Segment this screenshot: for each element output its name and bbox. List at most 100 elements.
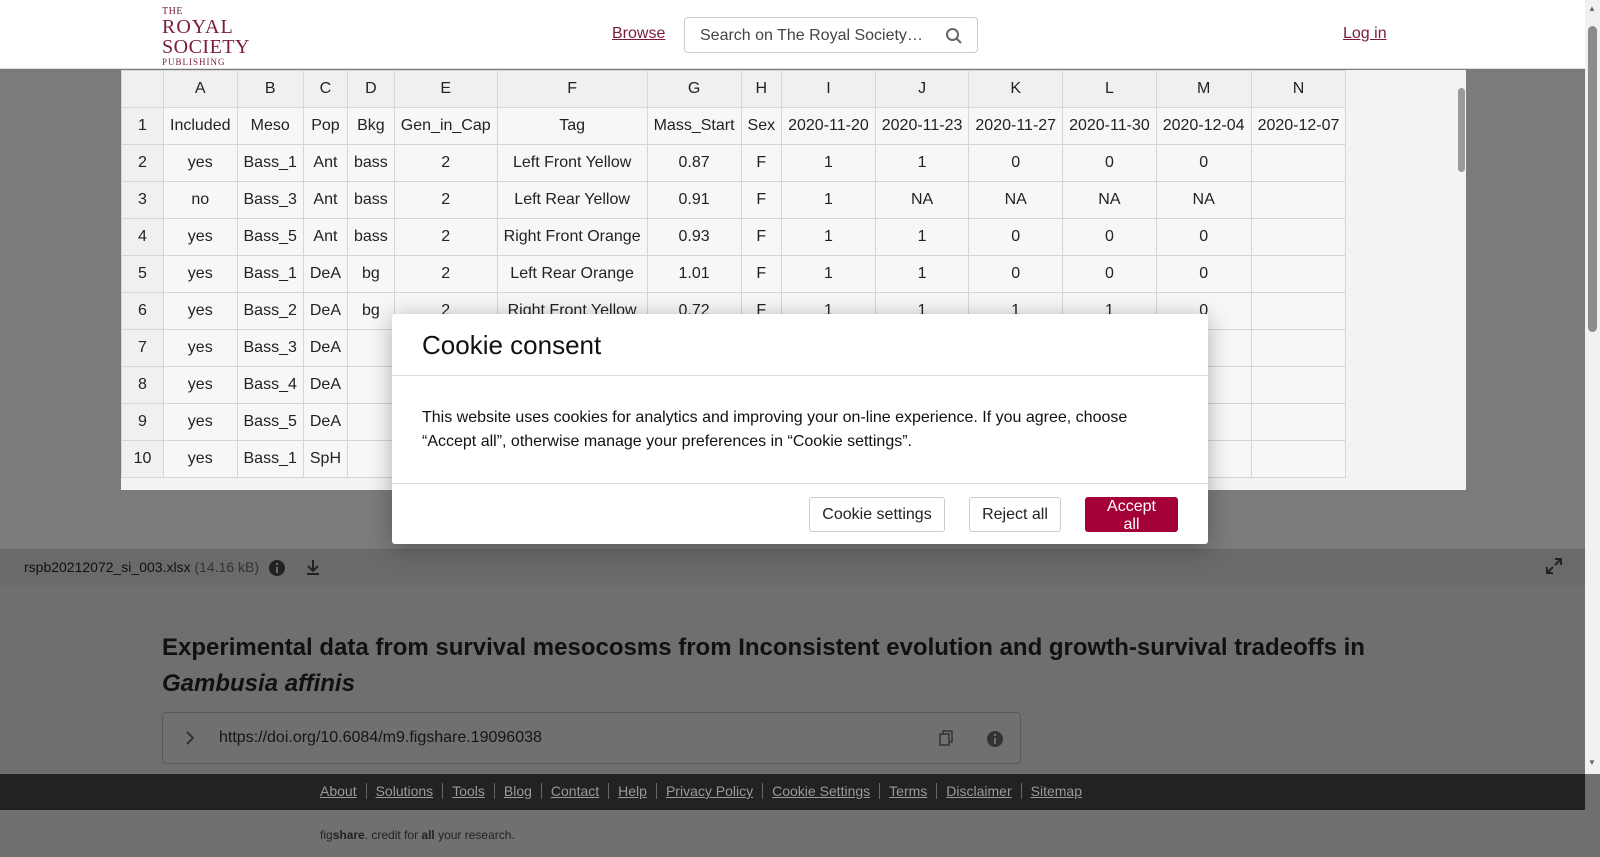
- footer-link-privacy-policy[interactable]: Privacy Policy: [655, 783, 763, 799]
- table-cell: [347, 366, 395, 404]
- table-cell: no: [163, 181, 238, 219]
- row-header: 6: [121, 292, 164, 330]
- table-cell: Bass_1: [236, 440, 304, 478]
- table-row: 2 yes Bass_1 Ant bass 2 Left Front Yellow 0.87 F…: [121, 144, 1347, 182]
- table-cell: 2020-11-30: [1062, 107, 1157, 145]
- table-cell: yes: [163, 329, 238, 367]
- sheet-scroll-thumb[interactable]: [1458, 88, 1465, 172]
- footer-nav: About Solutions Tools Blog Contact Help Privac…: [0, 774, 1585, 810]
- search-icon[interactable]: [945, 27, 963, 45]
- table-cell: Pop: [302, 107, 349, 145]
- table-cell: [347, 329, 395, 367]
- site-header: THE ROYAL SOCIETY PUBLISHING Browse Sear…: [0, 0, 1585, 69]
- table-cell: Left Front Yellow: [496, 144, 648, 182]
- royal-society-logo[interactable]: THE ROYAL SOCIETY PUBLISHING: [162, 7, 249, 67]
- table-cell: F: [740, 144, 783, 182]
- table-cell: 0: [1062, 144, 1157, 182]
- footer-link-help[interactable]: Help: [608, 783, 656, 799]
- info-icon[interactable]: [986, 730, 1004, 748]
- copy-icon[interactable]: [938, 730, 954, 746]
- table-cell: DeA: [302, 403, 349, 441]
- logo-line: ROYAL: [162, 16, 234, 38]
- accept-all-button[interactable]: Accept all: [1085, 497, 1178, 533]
- scroll-up-icon[interactable]: ▲: [1588, 4, 1596, 13]
- reject-all-button[interactable]: Reject all: [969, 497, 1061, 532]
- table-cell: yes: [163, 292, 238, 330]
- title-species: Gambusia affinis: [162, 670, 355, 697]
- tag-part: . credit for: [364, 828, 422, 842]
- dialog-text: This website uses cookies for analytics …: [422, 409, 1128, 450]
- page-scrollbar[interactable]: ▲ ▼: [1585, 0, 1600, 774]
- table-cell: DeA: [302, 255, 349, 293]
- table-cell: Bkg: [347, 107, 395, 145]
- footer-link-blog[interactable]: Blog: [493, 783, 541, 799]
- table-cell: Bass_1: [236, 255, 304, 293]
- row-header: 5: [121, 255, 164, 293]
- doi-link[interactable]: https://doi.org/10.6084/m9.figshare.1909…: [219, 729, 542, 747]
- cookie-settings-button[interactable]: Cookie settings: [809, 497, 945, 532]
- table-cell: Right Front Orange: [496, 218, 648, 256]
- dialog-title: Cookie consent: [422, 330, 602, 360]
- table-cell: [1250, 329, 1347, 367]
- row-header: 9: [121, 403, 164, 441]
- column-header: J: [874, 70, 970, 108]
- table-cell: bass: [347, 144, 395, 182]
- table-cell: Meso: [236, 107, 304, 145]
- page-scroll-thumb[interactable]: [1588, 26, 1597, 332]
- chevron-right-icon[interactable]: [183, 730, 197, 746]
- download-icon[interactable]: [304, 558, 322, 576]
- table-cell: bg: [347, 292, 395, 330]
- table-cell: [1250, 440, 1347, 478]
- expand-icon[interactable]: [1546, 558, 1562, 574]
- doi-box[interactable]: https://doi.org/10.6084/m9.figshare.1909…: [162, 712, 1021, 764]
- browse-link[interactable]: Browse: [612, 25, 665, 43]
- table-cell: yes: [163, 255, 238, 293]
- table-cell: 2020-12-04: [1155, 107, 1252, 145]
- table-cell: F: [740, 255, 783, 293]
- footer-link-about[interactable]: About: [320, 783, 366, 799]
- footer-link-terms[interactable]: Terms: [879, 783, 937, 799]
- table-cell: NA: [1062, 181, 1157, 219]
- table-cell: 1: [781, 181, 876, 219]
- file-size: (14.16 kB): [194, 559, 260, 575]
- footer-link-sitemap[interactable]: Sitemap: [1020, 783, 1091, 799]
- table-cell: [1250, 292, 1347, 330]
- footer-link-contact[interactable]: Contact: [540, 783, 609, 799]
- column-header: G: [646, 70, 742, 108]
- table-cell: 0: [1155, 255, 1252, 293]
- table-cell: DeA: [302, 329, 349, 367]
- sheet-scrollbar[interactable]: [1457, 80, 1466, 480]
- column-header: H: [740, 70, 783, 108]
- table-cell: 1: [874, 255, 970, 293]
- table-cell: 0: [968, 255, 1064, 293]
- login-link[interactable]: Log in: [1343, 25, 1387, 43]
- column-header: E: [393, 70, 498, 108]
- column-header-row: ABCDEFGHIJKLMN: [121, 70, 1347, 108]
- table-cell: NA: [1155, 181, 1252, 219]
- table-cell: 0: [1062, 218, 1157, 256]
- footer-links: About Solutions Tools Blog Contact Help Privac…: [320, 783, 1091, 799]
- search-input[interactable]: Search on The Royal Society Publishing: [684, 17, 978, 53]
- footer-link-tools[interactable]: Tools: [442, 783, 494, 799]
- table-cell: 2020-11-23: [874, 107, 970, 145]
- table-cell: 2020-12-07: [1250, 107, 1347, 145]
- footer-link-cookie-settings[interactable]: Cookie Settings: [762, 783, 880, 799]
- table-cell: yes: [163, 366, 238, 404]
- table-cell: F: [740, 218, 783, 256]
- scroll-down-icon[interactable]: ▼: [1588, 758, 1596, 767]
- search-placeholder: Search on The Royal Society Publishing: [700, 27, 925, 44]
- table-cell: Gen_in_Cap: [393, 107, 498, 145]
- title-text: Experimental data from survival mesocosm…: [162, 634, 1365, 661]
- table-cell: 0: [968, 144, 1064, 182]
- footer-link-solutions[interactable]: Solutions: [365, 783, 443, 799]
- table-cell: 2: [393, 181, 498, 219]
- info-icon[interactable]: [268, 559, 286, 577]
- column-header: I: [781, 70, 876, 108]
- table-cell: DeA: [302, 366, 349, 404]
- table-cell: [1250, 403, 1347, 441]
- table-cell: 2: [393, 255, 498, 293]
- table-cell: 1.01: [646, 255, 742, 293]
- table-cell: Sex: [740, 107, 783, 145]
- table-cell: 0.87: [646, 144, 742, 182]
- footer-link-disclaimer[interactable]: Disclaimer: [936, 783, 1021, 799]
